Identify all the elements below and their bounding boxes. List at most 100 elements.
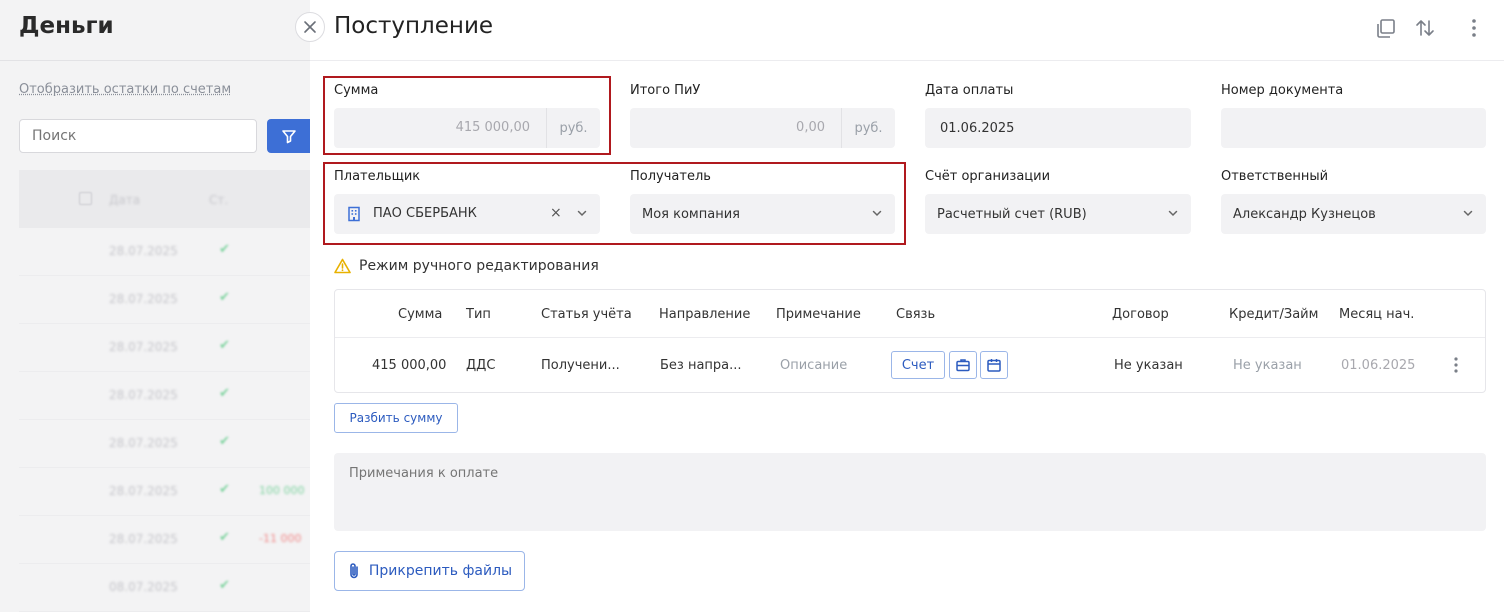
col-article: Статья учёта: [541, 307, 632, 322]
row-date: 28.07.2025: [109, 292, 178, 306]
row-article[interactable]: Получени...: [541, 358, 620, 373]
chevron-down-icon: [1168, 210, 1178, 217]
paperclip-icon: [350, 563, 358, 579]
payment-notes-textarea[interactable]: [334, 453, 1486, 531]
col-sum: Сумма: [398, 307, 443, 322]
chevron-down-icon: [1463, 210, 1473, 217]
row-credit[interactable]: Не указан: [1233, 358, 1302, 373]
invoice-link-button[interactable]: Счет: [891, 351, 945, 379]
row-amount: -11 000: [259, 532, 302, 545]
sort-button[interactable]: [1412, 15, 1438, 41]
select-all-checkbox[interactable]: [79, 192, 92, 205]
highlight-parties: [323, 162, 906, 245]
table-row[interactable]: 28.07.2025 ✔ 100 000: [19, 468, 310, 516]
more-vertical-icon: [1472, 19, 1476, 37]
header-divider: [310, 60, 1504, 61]
row-menu-button[interactable]: [1453, 356, 1459, 378]
check-icon: ✔: [219, 482, 230, 497]
table-row[interactable]: 28.07.2025 ✔: [19, 420, 310, 468]
row-date: 28.07.2025: [109, 484, 178, 498]
attach-files-button[interactable]: Прикрепить файлы: [334, 551, 525, 591]
total-piu-field: 0,00 руб.: [630, 108, 895, 148]
briefcase-button[interactable]: [949, 351, 977, 379]
table-header: Дата Ст.: [19, 170, 310, 228]
divider: [0, 60, 310, 61]
col-contract: Договор: [1112, 307, 1169, 322]
close-icon: [304, 21, 316, 33]
col-direction: Направление: [659, 307, 751, 322]
doc-number-label: Номер документа: [1221, 83, 1344, 98]
col-link: Связь: [896, 307, 936, 322]
responsible-value: Александр Кузнецов: [1233, 206, 1376, 222]
check-icon: ✔: [219, 290, 230, 305]
check-icon: ✔: [219, 242, 230, 257]
total-piu-unit: руб.: [841, 108, 895, 148]
warning-text: Режим ручного редактирования: [359, 258, 599, 274]
responsible-label: Ответственный: [1221, 169, 1329, 184]
row-month[interactable]: 01.06.2025: [1341, 358, 1415, 373]
calendar-icon: [987, 359, 1001, 372]
filter-button[interactable]: [267, 119, 310, 153]
more-menu-button[interactable]: [1461, 15, 1487, 41]
briefcase-icon: [956, 359, 970, 372]
check-icon: ✔: [219, 530, 230, 545]
row-date: 28.07.2025: [109, 244, 178, 258]
split-sum-button[interactable]: Разбить сумму: [334, 403, 458, 433]
row-date: 28.07.2025: [109, 340, 178, 354]
col-note: Примечание: [776, 307, 861, 322]
check-icon: ✔: [219, 386, 230, 401]
column-date[interactable]: Дата: [109, 193, 140, 207]
invoice-link-label: Счет: [901, 357, 935, 373]
col-credit: Кредит/Займ: [1229, 307, 1319, 322]
check-icon: ✔: [219, 338, 230, 353]
responsible-select[interactable]: Александр Кузнецов: [1221, 194, 1486, 234]
column-status[interactable]: Ст.: [209, 193, 228, 207]
panel-title: Поступление: [334, 13, 494, 39]
table-row[interactable]: 28.07.2025 ✔: [19, 324, 310, 372]
manual-edit-warning: Режим ручного редактирования: [334, 258, 599, 274]
col-type: Тип: [466, 307, 491, 322]
pay-date-input[interactable]: 01.06.2025: [925, 108, 1191, 148]
payment-panel: Поступление Сумма 415 000,00 руб. Итого …: [310, 0, 1504, 612]
org-account-select[interactable]: Расчетный счет (RUB): [925, 194, 1191, 234]
table-row[interactable]: 28.07.2025 ✔ -11 000: [19, 516, 310, 564]
row-sum: 415 000,00: [372, 358, 447, 373]
search-input[interactable]: [19, 119, 257, 153]
swap-vertical-icon: [1416, 20, 1434, 36]
row-note[interactable]: Описание: [780, 358, 847, 373]
row-date: 08.07.2025: [109, 580, 178, 594]
close-button[interactable]: [295, 12, 325, 42]
row-amount: 100 000: [259, 484, 305, 497]
calendar-button[interactable]: [980, 351, 1008, 379]
row-date: 28.07.2025: [109, 436, 178, 450]
row-date: 28.07.2025: [109, 388, 178, 402]
show-balances-link[interactable]: Отобразить остатки по счетам: [19, 82, 231, 97]
split-table: Сумма Тип Статья учёта Направление Приме…: [334, 289, 1486, 393]
row-divider: [335, 337, 1485, 338]
highlight-sum: [323, 76, 611, 155]
row-direction[interactable]: Без напра...: [660, 358, 742, 373]
page-title: Деньги: [19, 13, 114, 39]
filter-icon: [281, 130, 296, 144]
copy-button[interactable]: [1373, 15, 1399, 41]
table-row[interactable]: 08.07.2025 ✔: [19, 564, 310, 612]
check-icon: ✔: [219, 434, 230, 449]
col-month: Месяц нач.: [1339, 307, 1415, 322]
total-piu-label: Итого ПиУ: [630, 83, 701, 98]
row-date: 28.07.2025: [109, 532, 178, 546]
table-row[interactable]: 28.07.2025 ✔: [19, 372, 310, 420]
more-vertical-icon: [1454, 357, 1458, 373]
row-type[interactable]: ДДС: [466, 358, 495, 373]
split-sum-label: Разбить сумму: [349, 411, 443, 425]
row-contract[interactable]: Не указан: [1114, 358, 1183, 373]
pay-date-value: 01.06.2025: [940, 120, 1015, 136]
copy-icon: [1377, 19, 1395, 38]
attach-files-label: Прикрепить файлы: [368, 563, 513, 579]
total-piu-value: 0,00: [796, 120, 825, 135]
table-row[interactable]: 28.07.2025 ✔: [19, 276, 310, 324]
check-icon: ✔: [219, 578, 230, 593]
org-account-value: Расчетный счет (RUB): [937, 206, 1087, 222]
table-row[interactable]: 28.07.2025 ✔: [19, 228, 310, 276]
background-page: Деньги Отобразить остатки по счетам Дата…: [0, 0, 310, 612]
doc-number-input[interactable]: [1221, 108, 1486, 148]
